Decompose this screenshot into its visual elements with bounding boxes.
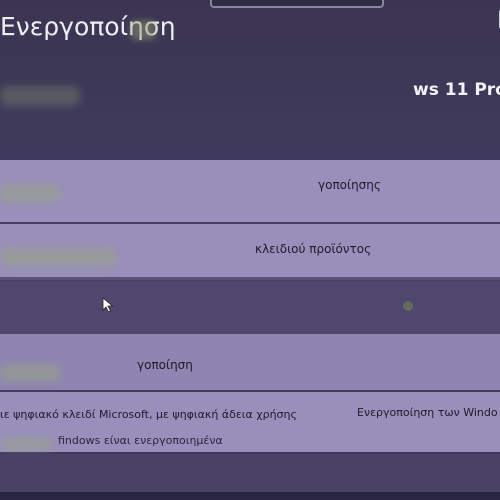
- product-key-value: κλειδιού προϊόντος: [255, 242, 372, 256]
- title-ghost-icon: [130, 20, 156, 40]
- details-label-blur: [0, 438, 52, 450]
- activation-details-row: ιε ψηφιακό κλειδί Microsoft, με ψηφιακή …: [0, 392, 500, 452]
- bottom-edge: [0, 492, 500, 500]
- edition-value: ws 11 Pro: [413, 80, 500, 100]
- search-box-edge[interactable]: [210, 0, 384, 8]
- product-key-label-blur: [0, 248, 116, 266]
- activation-state-value: γοποίησης: [318, 178, 381, 192]
- mouse-pointer-icon: [102, 297, 114, 313]
- highlighted-row[interactable]: [0, 282, 500, 334]
- activate-value: γοποίηση: [137, 358, 193, 372]
- row-divider: [0, 277, 500, 280]
- activate-label-blur: [0, 364, 60, 382]
- chevron-down-icon[interactable]: [402, 300, 414, 312]
- activate-row[interactable]: γοποίηση: [0, 334, 500, 390]
- edition-label-blur: [0, 86, 80, 106]
- windows-activation-link[interactable]: Ενεργοποίηση των Windo: [357, 406, 498, 419]
- ms-account-license-text: ιε ψηφιακό κλειδί Microsoft, με ψηφιακή …: [0, 408, 297, 421]
- windows-activated-text: findows είναι ενεργοποιημένα: [58, 434, 223, 447]
- activation-state-label-blur: [0, 184, 60, 202]
- activation-state-row[interactable]: γοποίησης: [0, 160, 500, 222]
- activation-settings-screen: Ενεργοποίηση Ε ws 11 Pro γοποίησης κλειδ…: [0, 0, 500, 500]
- product-key-row[interactable]: κλειδιού προϊόντος: [0, 224, 500, 277]
